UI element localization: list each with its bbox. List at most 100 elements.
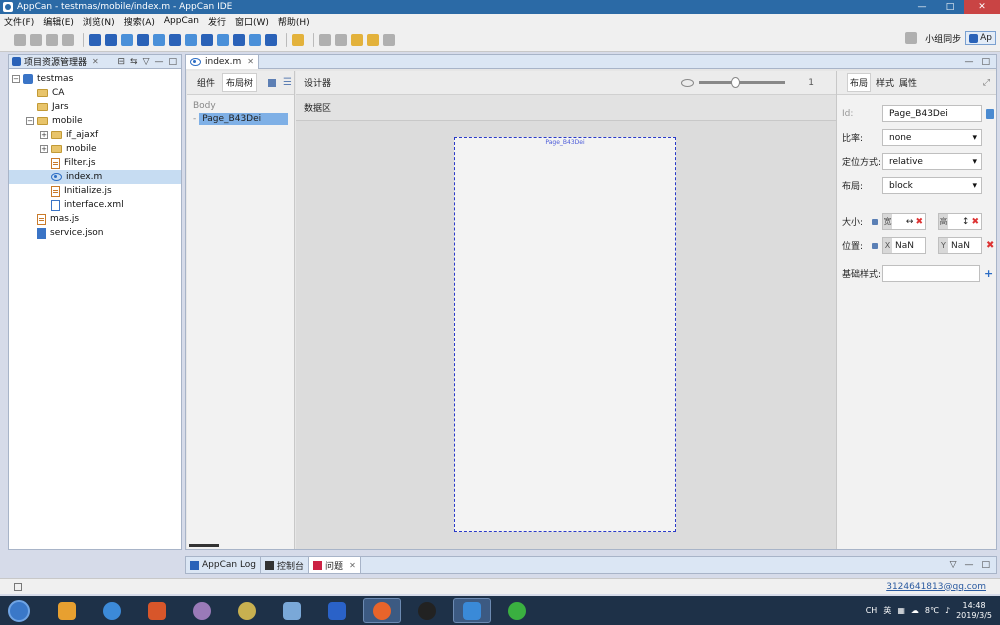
id-field[interactable]: Page_B43Dei [882,105,982,122]
tree-item[interactable]: index.m [9,170,181,184]
close-tab-icon[interactable]: ✕ [247,57,254,66]
menu-appcan[interactable]: AppCan [164,16,199,26]
layout-select[interactable]: block ▾ [882,177,982,194]
expand-icon[interactable]: + [40,145,48,153]
tree-item[interactable]: − mobile [9,114,181,128]
zoom-slider[interactable] [699,77,786,88]
tab-layout[interactable]: 布局 [847,73,872,92]
view-menu-icon[interactable]: ▽ [950,560,957,570]
y-field[interactable]: Y NaN [938,237,982,254]
save-layout-icon[interactable] [268,78,277,87]
close-tab-icon[interactable]: ✕ [92,57,99,66]
menu-help[interactable]: 帮助(H) [278,15,310,28]
collapse-icon[interactable]: − [12,75,20,83]
close-button[interactable]: ✕ [964,0,1000,14]
maximize-editor-icon[interactable]: □ [981,57,990,67]
taskbar-drawing[interactable] [228,598,266,623]
prev-annotation-icon[interactable] [319,33,331,46]
position-select[interactable]: relative ▾ [882,153,982,170]
rocket-icon[interactable] [169,33,181,46]
tab-components[interactable]: 组件 [197,76,215,89]
clear-height-icon[interactable]: ✖ [971,217,981,227]
project-icon[interactable] [105,33,117,46]
expand-icon[interactable]: ⤢ [983,78,990,88]
editor-tab-index[interactable]: index.m ✕ [186,54,259,69]
tree-item[interactable]: Initialize.js [9,184,181,198]
preview-icon[interactable] [233,33,245,46]
menu-window[interactable]: 窗口(W) [235,15,269,28]
menu-edit[interactable]: 编辑(E) [43,15,74,28]
tab-console[interactable]: 控制台 [261,557,310,573]
build-icon[interactable] [121,33,133,46]
tool-pen-icon[interactable] [292,33,304,46]
tab-attributes[interactable]: 属性 [899,76,917,89]
tab-layout-tree[interactable]: 布局树 [222,73,258,92]
menu-search[interactable]: 搜索(A) [124,15,155,28]
lock-icon[interactable] [872,218,878,225]
taskbar-qq[interactable] [408,598,446,623]
menu-publish[interactable]: 发行 [208,15,226,28]
collapse-icon[interactable]: − [26,117,34,125]
tab-appcan-log[interactable]: AppCan Log [186,557,262,573]
new-icon[interactable] [14,33,26,46]
preview-eye-icon[interactable] [681,78,695,87]
ime-icon[interactable]: 英 [883,605,891,616]
link-editor-icon[interactable]: ⇆ [130,57,138,67]
tree-item[interactable]: Jars [9,100,181,114]
back-icon[interactable] [367,33,379,46]
clock[interactable]: 14:48 2019/3/5 [956,601,992,621]
tree-item[interactable]: Filter.js [9,156,181,170]
base-style-field[interactable] [882,265,980,282]
close-tab-icon[interactable]: ✕ [349,561,356,570]
device-icon[interactable] [185,33,197,46]
body-node[interactable]: Body [193,101,288,111]
volume-icon[interactable]: ♪ [945,606,950,615]
tab-problems[interactable]: 问题 ✕ [309,557,361,573]
explorer-tab[interactable]: 项目资源管理器 ✕ ⊟ ⇆ ▽ — □ [9,55,181,69]
list-icon[interactable]: ☰ [283,77,292,88]
tree-item[interactable]: interface.xml [9,198,181,212]
taskbar-paint[interactable] [183,598,221,623]
package-icon[interactable] [137,33,149,46]
save-icon[interactable] [30,33,42,46]
taskbar-ie[interactable] [93,598,131,623]
height-field[interactable]: 高 ↕ ✖ [938,213,982,230]
view-menu-icon[interactable]: ▽ [143,57,150,67]
copy-icon[interactable] [249,33,261,46]
start-button[interactable] [8,599,30,622]
tree-item[interactable]: − testmas [9,72,181,86]
x-field[interactable]: X NaN [882,237,926,254]
expand-icon[interactable]: + [40,131,48,139]
weather-icon[interactable]: ☁ [911,606,919,615]
minimize-editor-icon[interactable]: — [964,57,973,67]
maximize-panel-icon[interactable]: □ [981,560,990,570]
taskbar-wechat[interactable] [498,598,536,623]
refresh-icon[interactable] [153,33,165,46]
menu-navigate[interactable]: 浏览(N) [83,15,115,28]
horizontal-scrollbar[interactable] [189,544,219,547]
page-node[interactable]: - Page_B43Dei [193,113,288,125]
maximize-button[interactable]: □ [936,0,964,14]
book-icon[interactable] [265,33,277,46]
taskbar-presentation[interactable] [138,598,176,623]
taskbar-wps[interactable] [318,598,356,623]
maximize-panel-icon[interactable]: □ [168,57,177,67]
taskbar-notepad[interactable] [273,598,311,623]
minimize-panel-icon[interactable]: — [154,57,163,67]
trash-icon[interactable] [986,108,994,119]
minimize-panel-icon[interactable]: — [964,560,973,570]
appcan-tool-icon[interactable] [89,33,101,46]
team-sync-button[interactable]: 小组同步 [925,32,961,45]
lock-icon[interactable] [872,242,878,249]
sync-icon[interactable] [905,32,918,44]
print-icon[interactable] [62,33,74,46]
clear-width-icon[interactable]: ✖ [915,217,925,227]
last-edit-icon[interactable] [351,33,363,46]
collapse-all-icon[interactable]: ⊟ [117,57,125,67]
zoom-slider-handle[interactable] [731,77,741,88]
minimize-button[interactable]: — [908,0,936,14]
save-all-icon[interactable] [46,33,58,46]
width-field[interactable]: 宽 ↔ ✖ [882,213,926,230]
tree-item[interactable]: CA [9,86,181,100]
taskbar-media-player[interactable] [48,598,86,623]
